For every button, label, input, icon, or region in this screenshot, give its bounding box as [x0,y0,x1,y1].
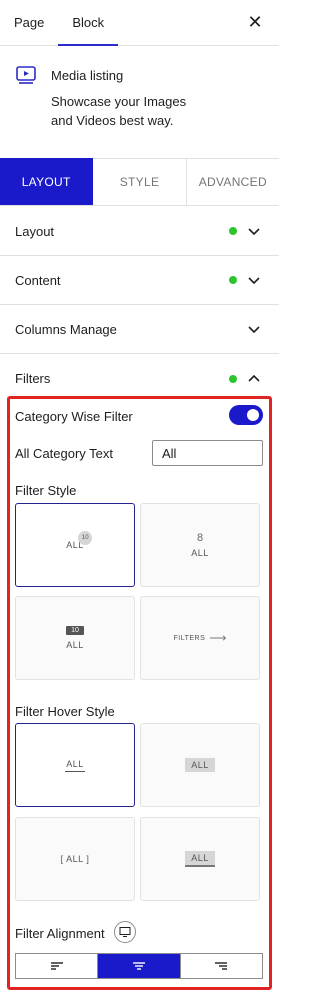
hover-style-label-3: [ ALL ] [60,854,90,864]
toggle-knob [247,409,259,421]
category-wise-filter-toggle[interactable] [229,405,263,425]
filter-hover-style-label: Filter Hover Style [15,704,115,719]
filter-style-option-2[interactable]: 8 ALL [140,503,260,587]
block-description: Showcase your Images and Videos best way… [51,94,187,128]
close-icon[interactable]: ✕ [245,12,265,32]
hover-style-label-1: ALL [65,759,85,772]
desktop-icon[interactable] [114,921,136,943]
all-category-text-label: All Category Text [15,446,114,461]
all-category-text-input[interactable]: All [152,440,263,466]
tab-page[interactable]: Page [0,0,58,45]
status-dot [229,374,237,383]
filter-style-option-1[interactable]: ALL 10 [15,503,135,587]
panel-columns-label: Columns Manage [15,321,117,337]
tab-block[interactable]: Block [58,0,118,46]
filter-alignment-label: Filter Alignment [15,926,105,941]
tab-style[interactable]: STYLE [93,158,187,205]
filter-style-label: Filter Style [15,483,77,498]
count-label: 8 [196,532,204,544]
count-badge: 10 [78,531,93,545]
panel-filters-label: Filters [15,371,51,386]
panel-layout-label: Layout [15,223,55,239]
filter-style-label-2: ALL [191,548,209,558]
status-dot [229,227,237,235]
panel-content[interactable]: Content [0,256,279,305]
filter-style-label-3: ALL [66,640,84,650]
align-center-button[interactable] [98,954,181,978]
tab-layout[interactable]: LAYOUT [0,158,94,205]
align-right-button[interactable] [181,954,262,978]
align-left-icon [50,962,63,970]
chevron-down-icon [248,228,260,236]
hover-style-label-4: ALL [185,851,215,867]
sidebar-tabs: Page Block ✕ [0,0,279,46]
panel-columns-manage[interactable]: Columns Manage [0,305,279,354]
hover-style-label-2: ALL [185,758,215,772]
hover-style-option-2[interactable]: ALL [140,723,260,807]
align-center-icon [132,962,145,970]
chevron-down-icon [248,326,260,334]
chevron-up-icon [248,374,260,382]
arrow-right-icon: ⟶ [209,631,227,645]
status-dot [229,276,237,284]
count-badge: 10 [66,626,84,635]
block-title: Media listing [51,68,124,83]
hover-style-option-4[interactable]: ALL [140,817,260,901]
settings-tabs: LAYOUT STYLE ADVANCED [0,158,279,206]
chevron-down-icon [248,277,260,285]
align-right-icon [215,962,228,970]
hover-style-option-1[interactable]: ALL [15,723,135,807]
media-icon [16,66,36,84]
filter-style-option-3[interactable]: 10 ALL [15,596,135,680]
filter-style-label-4: FILTERS [173,634,206,642]
hover-style-option-3[interactable]: [ ALL ] [15,817,135,901]
filter-style-option-4[interactable]: FILTERS ⟶ [140,596,260,680]
category-wise-filter-label: Category Wise Filter [15,409,133,424]
align-left-button[interactable] [16,954,99,978]
panel-content-label: Content [15,272,61,288]
filter-alignment-group [15,953,263,979]
tab-advanced[interactable]: ADVANCED [186,158,279,205]
panel-layout[interactable]: Layout [0,207,279,256]
